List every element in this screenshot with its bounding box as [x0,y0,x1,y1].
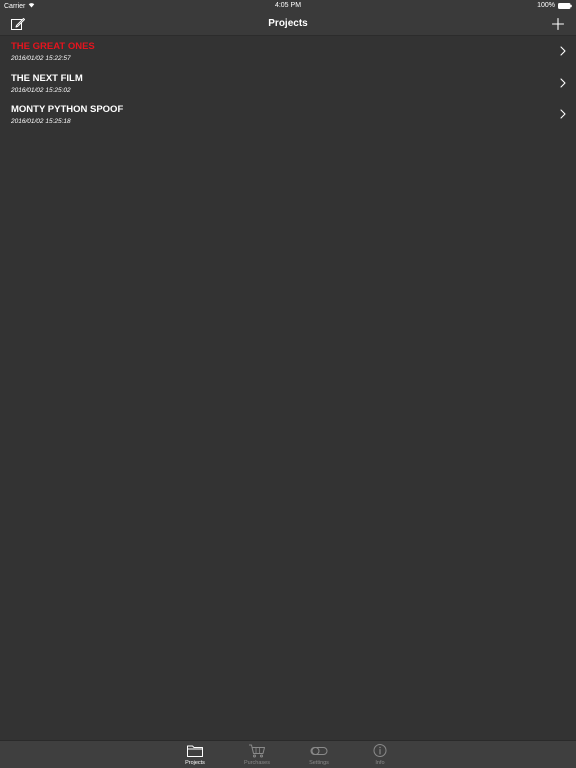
status-time: 4:05 PM [274,2,302,9]
chevron-right-icon [560,109,566,119]
navigation-bar: Projects [0,12,576,36]
plus-icon[interactable] [550,16,566,32]
project-date: 2016/01/02 15:22:57 [11,55,71,62]
project-date: 2016/01/02 15:25:02 [11,86,71,94]
folder-icon [187,745,203,757]
project-row-the-next-film[interactable]: THE NEXT FILM 2016/01/02 15:25:02 [0,68,576,100]
project-date: 2016/01/02 15:25:18 [11,118,71,125]
tab-label: Purchases [244,760,270,766]
page-title: Projects [268,18,308,29]
project-list: THE GREAT ONES 2016/01/02 15:22:57 THE N… [0,36,576,131]
toggle-icon [310,747,328,755]
tab-bar: Projects Purchases Settings Info [0,740,576,768]
project-row-the-great-ones[interactable]: THE GREAT ONES 2016/01/02 15:22:57 [0,36,576,68]
tab-purchases[interactable]: Purchases [232,741,282,768]
project-title: THE NEXT FILM [11,72,83,84]
chevron-right-icon [560,46,566,56]
tab-label: Settings [309,760,329,766]
tab-projects[interactable]: Projects [170,741,220,768]
tab-label: Info [375,760,385,766]
tab-info[interactable]: Info [355,741,405,768]
project-title: THE GREAT ONES [11,41,95,52]
project-row-monty-python-spoof[interactable]: MONTY PYTHON SPOOF 2016/01/02 15:25:18 [0,99,576,131]
tab-settings[interactable]: Settings [294,741,344,768]
battery-icon [558,2,572,9]
info-icon [373,744,387,757]
battery-indicator: 100% [537,2,572,9]
battery-label: 100% [537,2,555,9]
tab-label: Projects [185,760,205,766]
status-bar: Carrier 4:05 PM 100% [0,0,576,12]
project-title: MONTY PYTHON SPOOF [11,104,124,115]
chevron-right-icon [560,77,566,88]
cart-icon [249,744,265,758]
